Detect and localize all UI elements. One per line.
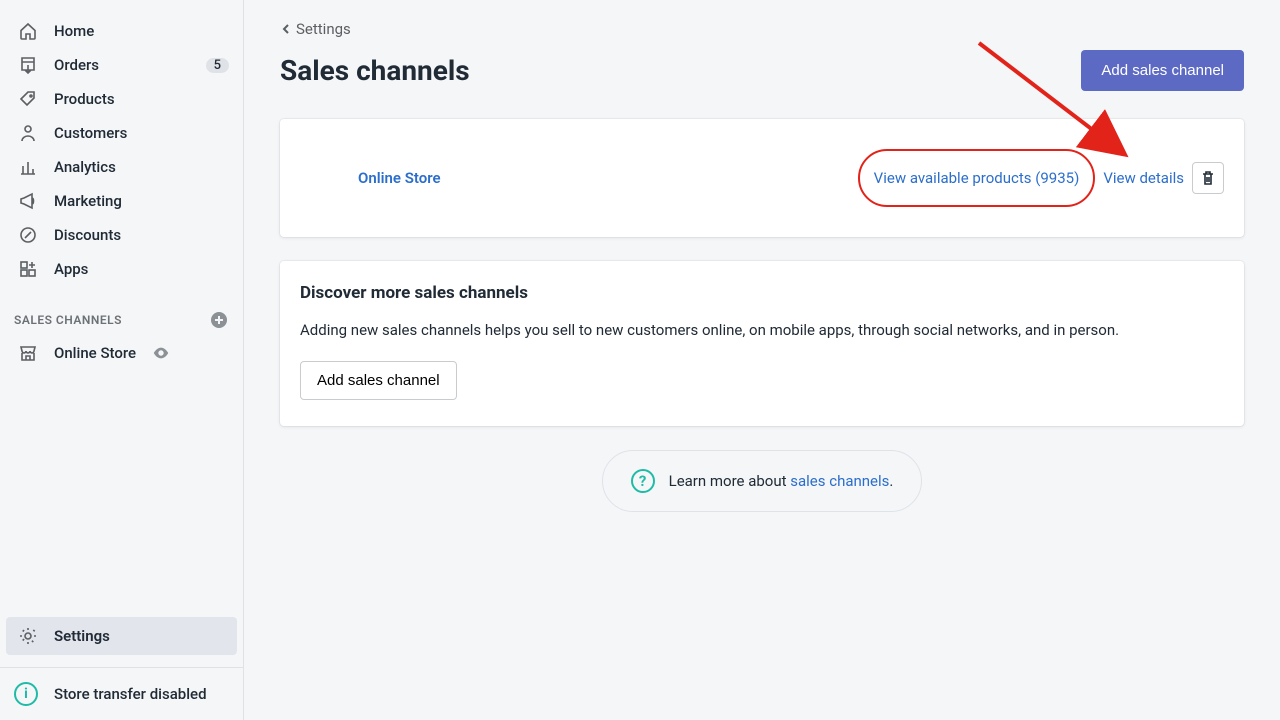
nav-item-discounts[interactable]: Discounts <box>0 218 243 252</box>
sidebar: Home Orders 5 Products Customers A <box>0 0 244 720</box>
add-sales-channel-button[interactable]: Add sales channel <box>1081 50 1244 91</box>
nav-item-settings[interactable]: Settings <box>6 617 237 655</box>
tag-icon <box>18 89 38 109</box>
learn-more-text: Learn more about sales channels. <box>669 472 894 490</box>
nav-label: Discounts <box>54 226 229 244</box>
discount-icon <box>18 225 38 245</box>
page-title: Sales channels <box>280 54 470 87</box>
gear-icon <box>18 626 38 646</box>
nav-item-apps[interactable]: Apps <box>0 252 243 286</box>
analytics-icon <box>18 157 38 177</box>
nav-label: Orders <box>54 56 190 74</box>
view-available-products-link[interactable]: View available products (9935) <box>874 169 1080 187</box>
nav-label: Marketing <box>54 192 229 210</box>
channel-actions: View available products (9935) View deta… <box>858 149 1224 207</box>
nav-item-home[interactable]: Home <box>0 14 243 48</box>
main-content: Settings Sales channels Add sales channe… <box>244 0 1280 720</box>
learn-more-link[interactable]: sales channels <box>790 472 889 490</box>
delete-channel-button[interactable] <box>1192 162 1224 194</box>
channel-name-link[interactable]: Online Store <box>358 169 858 187</box>
megaphone-icon <box>18 191 38 211</box>
store-transfer-status[interactable]: i Store transfer disabled <box>0 667 243 720</box>
nav-item-marketing[interactable]: Marketing <box>0 184 243 218</box>
highlight-annotation: View available products (9935) <box>858 149 1096 207</box>
breadcrumb-back[interactable]: Settings <box>280 20 1244 38</box>
trash-icon <box>1200 170 1216 186</box>
transfer-label: Store transfer disabled <box>54 685 207 703</box>
view-details-link[interactable]: View details <box>1103 169 1184 187</box>
settings-label: Settings <box>54 627 110 645</box>
nav-label: Customers <box>54 124 229 142</box>
nav-label: Home <box>54 22 229 40</box>
help-icon: ? <box>631 469 655 493</box>
person-icon <box>18 123 38 143</box>
nav-label: Products <box>54 90 229 108</box>
chevron-left-icon <box>280 23 292 35</box>
info-icon: i <box>14 682 38 706</box>
orders-icon <box>18 55 38 75</box>
discover-text: Adding new sales channels helps you sell… <box>300 321 1224 339</box>
discover-card: Discover more sales channels Adding new … <box>280 261 1244 426</box>
store-icon <box>18 343 38 363</box>
sales-channels-header: SALES CHANNELS <box>0 286 243 336</box>
channel-row: Online Store View available products (99… <box>280 119 1244 237</box>
channel-label: Online Store <box>54 344 136 362</box>
nav-item-orders[interactable]: Orders 5 <box>0 48 243 82</box>
sidebar-channel-online-store[interactable]: Online Store <box>0 336 243 370</box>
learn-more-pill: ? Learn more about sales channels. <box>602 450 923 512</box>
learn-more-prefix: Learn more about <box>669 472 791 490</box>
nav-label: Apps <box>54 260 229 278</box>
channel-card: Online Store View available products (99… <box>280 119 1244 237</box>
nav-item-analytics[interactable]: Analytics <box>0 150 243 184</box>
add-sales-channel-secondary-button[interactable]: Add sales channel <box>300 361 457 400</box>
nav-item-products[interactable]: Products <box>0 82 243 116</box>
add-channel-icon[interactable] <box>209 310 229 330</box>
page-header: Sales channels Add sales channel <box>280 50 1244 91</box>
home-icon <box>18 21 38 41</box>
discover-title: Discover more sales channels <box>300 283 1224 303</box>
orders-badge: 5 <box>206 58 229 73</box>
nav-item-customers[interactable]: Customers <box>0 116 243 150</box>
nav-primary: Home Orders 5 Products Customers A <box>0 14 243 286</box>
section-header-label: SALES CHANNELS <box>14 313 122 327</box>
eye-icon[interactable] <box>152 344 170 362</box>
nav-label: Analytics <box>54 158 229 176</box>
learn-more-suffix: . <box>889 472 893 490</box>
breadcrumb-label: Settings <box>296 20 351 38</box>
apps-icon <box>18 259 38 279</box>
